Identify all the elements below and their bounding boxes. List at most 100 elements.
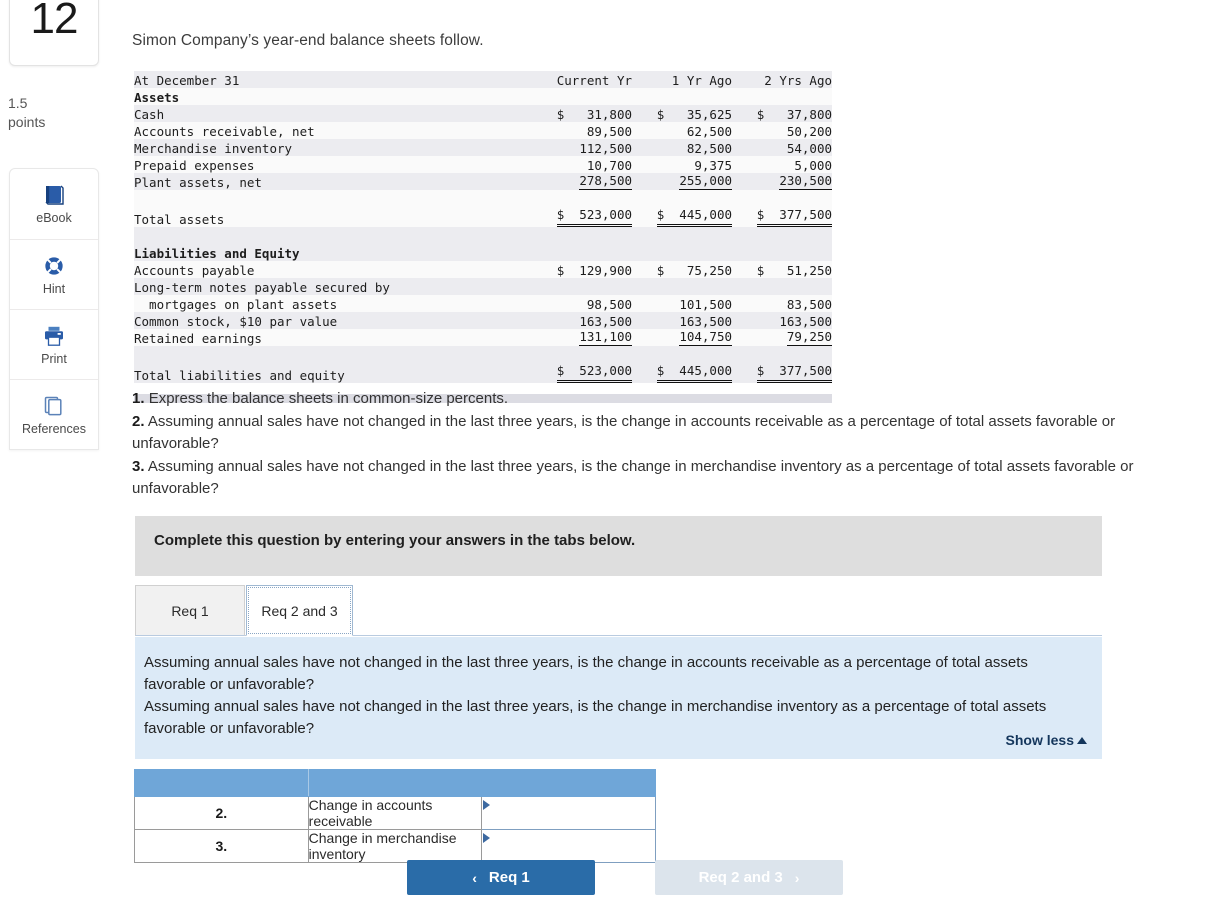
row-value: 98,500: [586, 297, 632, 312]
points-label: points: [8, 113, 46, 130]
next-button-label: Req 2 and 3: [698, 869, 783, 886]
tab-req-2-and-3[interactable]: Req 2 and 3: [246, 585, 353, 636]
row-value: 104,750: [679, 329, 732, 346]
row-value: 112,500: [579, 141, 632, 156]
answer-header-num-cell: [134, 769, 309, 797]
chevron-left-icon: ‹: [472, 869, 477, 886]
column-header-label: At December 31: [134, 73, 240, 88]
sidebar-item-hint[interactable]: Hint: [10, 239, 98, 309]
row-value: 10,700: [586, 158, 632, 173]
row-value: $ 75,250: [656, 263, 732, 278]
requirement-text: Assuming annual sales have not changed i…: [132, 457, 1134, 498]
requirement-number: 1.: [132, 390, 145, 407]
sidebar-item-references[interactable]: References: [10, 379, 98, 449]
row-value: $ 31,800: [556, 107, 632, 122]
next-req-button[interactable]: Req 2 and 3 ›: [655, 860, 843, 895]
total-value: $ 377,500: [756, 363, 832, 383]
column-header-2yr: 2 Yrs Ago: [764, 73, 832, 88]
table-row: Accounts receivable, net 89,500 62,500 5…: [134, 122, 832, 139]
accounts-receivable-select[interactable]: [482, 797, 655, 829]
total-value: $ 445,000: [656, 207, 732, 227]
row-label: Plant assets, net: [134, 175, 262, 190]
row-value: 163,500: [579, 314, 632, 329]
answer-table: 2. Change in accounts receivable 3. Chan…: [134, 769, 656, 863]
sidebar-item-ebook[interactable]: eBook: [10, 169, 98, 239]
row-value: 82,500: [686, 141, 732, 156]
sidebar-item-label: References: [22, 421, 86, 436]
caret-up-icon: [1077, 736, 1087, 744]
points-value: 1.5: [8, 95, 28, 111]
copy-stack-icon: [42, 394, 66, 418]
panel-line-2: Assuming annual sales have not changed i…: [144, 698, 1047, 737]
merchandise-inventory-select[interactable]: [482, 830, 655, 862]
tab-strip: Req 1 Req 2 and 3: [135, 585, 1102, 637]
row-label: Cash: [134, 107, 165, 122]
row-value: 163,500: [779, 314, 832, 329]
requirement-text: Assuming annual sales have not changed i…: [132, 412, 1116, 453]
tool-card-group: eBook Hint Print References: [9, 168, 99, 450]
answer-row-description: Change in merchandise inventory: [307, 829, 483, 863]
printer-icon: [42, 324, 66, 348]
table-row: Long-term notes payable secured by: [134, 278, 832, 295]
navigation-buttons: ‹ Req 1 Req 2 and 3 ›: [407, 860, 843, 896]
life-preserver-icon: [42, 254, 66, 278]
answer-row-dropdown-cell[interactable]: [481, 829, 656, 863]
row-value: 255,000: [679, 173, 732, 190]
row-label: Accounts receivable, net: [134, 124, 315, 139]
answer-header-desc-cell: [307, 769, 483, 797]
answer-row-description: Change in accounts receivable: [307, 796, 483, 830]
show-less-link[interactable]: Show less: [1006, 732, 1087, 748]
answer-row-number: 2.: [134, 796, 309, 830]
total-label: Total assets: [134, 212, 225, 227]
total-label: Total liabilities and equity: [134, 368, 345, 383]
row-value: 54,000: [786, 141, 832, 156]
table-total-row: Total liabilities and equity $ 523,000 $…: [134, 363, 832, 383]
dropdown-marker-icon: [483, 800, 491, 810]
sidebar-item-label: Hint: [42, 281, 66, 296]
row-value: 230,500: [779, 173, 832, 190]
tab-req-1[interactable]: Req 1: [135, 585, 245, 636]
show-less-label: Show less: [1005, 732, 1074, 748]
question-panel-body: Assuming annual sales have not changed i…: [144, 652, 1092, 740]
table-row: Accounts payable $ 129,900 $ 75,250 $ 51…: [134, 261, 832, 278]
tab-label: Req 2 and 3: [261, 602, 338, 619]
tab-label: Req 1: [171, 602, 209, 619]
prev-req-button[interactable]: ‹ Req 1: [407, 860, 595, 895]
row-value: 278,500: [579, 173, 632, 190]
requirement-text: Express the balance sheets in common-siz…: [148, 390, 509, 407]
intro-text: Simon Company’s year-end balance sheets …: [132, 32, 484, 49]
chevron-right-icon: ›: [794, 869, 800, 886]
table-section-heading: Liabilities and Equity: [134, 244, 832, 261]
total-value: $ 523,000: [556, 207, 632, 227]
table-total-row: Total assets $ 523,000 $ 445,000 $ 377,5…: [134, 207, 832, 227]
table-row: 3. Change in merchandise inventory: [134, 829, 656, 863]
requirement-item-3: 3. Assuming annual sales have not change…: [132, 456, 1192, 501]
question-number: 12: [30, 0, 79, 43]
answer-row-dropdown-cell[interactable]: [481, 796, 656, 830]
row-value: 5,000: [794, 158, 832, 173]
main-content: Simon Company’s year-end balance sheets …: [131, 0, 1219, 901]
table-section-heading: Assets: [134, 88, 832, 105]
table-row: Cash $ 31,800 $ 35,625 $ 37,800: [134, 105, 832, 122]
sidebar-item-label: Print: [41, 351, 67, 366]
requirement-number: 2.: [132, 412, 145, 430]
left-sidebar: 12 1.5 points eBook Hint Print Reference…: [0, 0, 108, 901]
section-heading-assets: Assets: [134, 90, 180, 105]
total-value: $ 523,000: [556, 363, 632, 383]
table-row: Plant assets, net 278,500 255,000 230,50…: [134, 173, 832, 190]
table-row: Merchandise inventory 112,500 82,500 54,…: [134, 139, 832, 156]
question-panel: Assuming annual sales have not changed i…: [135, 637, 1102, 759]
sidebar-item-print[interactable]: Print: [10, 309, 98, 379]
requirement-number: 3.: [132, 457, 145, 475]
row-label: Common stock, $10 par value: [134, 314, 338, 329]
points-block: 1.5 points: [8, 94, 100, 132]
total-value: $ 445,000: [656, 363, 732, 383]
total-value: $ 377,500: [756, 207, 832, 227]
row-label: mortgages on plant assets: [134, 297, 338, 312]
dropdown-marker-icon: [483, 833, 491, 843]
answer-row-number: 3.: [134, 829, 309, 863]
requirement-item-1: 1. Express the balance sheets in common-…: [132, 388, 1192, 411]
instruction-text: Complete this question by entering your …: [154, 532, 636, 549]
row-value: 89,500: [586, 124, 632, 139]
row-label: Accounts payable: [134, 263, 255, 278]
